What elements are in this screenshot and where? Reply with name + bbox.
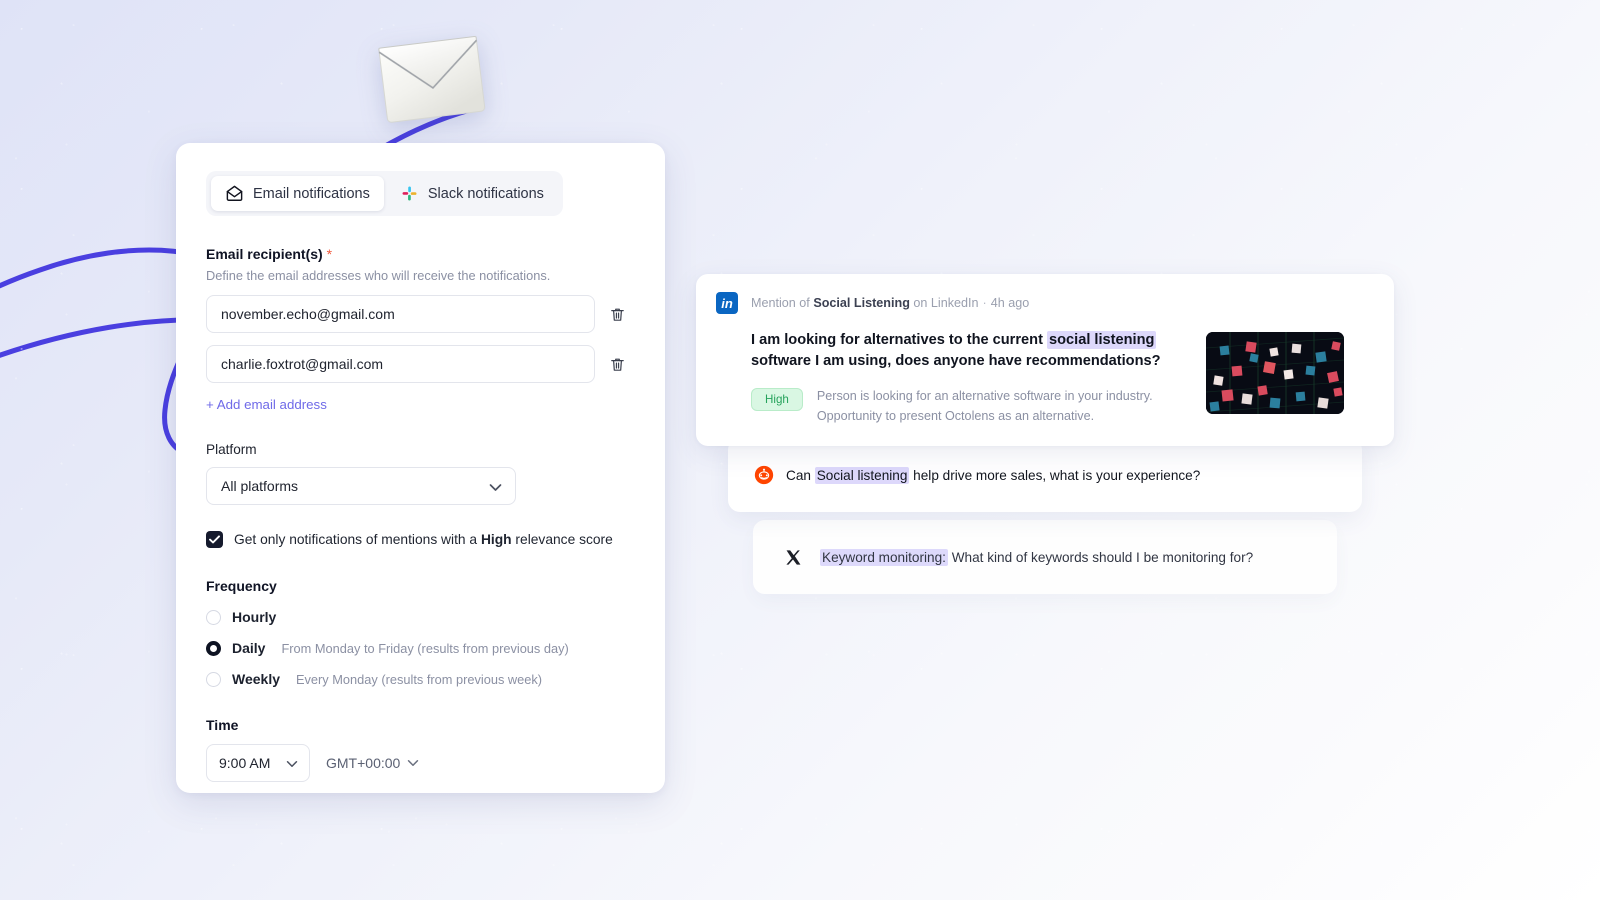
- thumbnail-graphic: [1206, 332, 1344, 414]
- email-input-1[interactable]: [206, 295, 595, 333]
- high-relevance-label: Get only notifications of mentions with …: [234, 532, 613, 547]
- frequency-desc: Every Monday (results from previous week…: [296, 671, 543, 687]
- add-email-address-link[interactable]: + Add email address: [206, 397, 327, 412]
- time-select[interactable]: 9:00 AM: [206, 744, 310, 782]
- frequency-title: Frequency: [206, 578, 277, 594]
- mention-card-header: in Mention of Social Listening on Linked…: [716, 292, 1374, 314]
- trash-icon[interactable]: [609, 355, 626, 374]
- keyword-highlight: social listening: [1047, 331, 1157, 349]
- required-marker: *: [326, 246, 333, 262]
- chevron-down-icon: [489, 484, 502, 491]
- cubes-thumbnail-image: [1206, 332, 1344, 414]
- status-badge: High: [751, 388, 803, 412]
- relevance-insight-row: High Person is looking for an alternativ…: [751, 387, 1186, 426]
- platform-select[interactable]: All platforms: [206, 467, 516, 505]
- radio-unselected[interactable]: [206, 671, 221, 687]
- chevron-down-icon: [286, 761, 298, 767]
- trash-icon[interactable]: [609, 305, 626, 324]
- timezone-select[interactable]: GMT+00:00: [326, 755, 419, 771]
- slack-icon: [402, 186, 417, 201]
- meta-separator: ·: [982, 296, 987, 310]
- frequency-label: Weekly: [232, 671, 280, 687]
- email-recipients-help: Define the email addresses who will rece…: [206, 268, 551, 283]
- radio-unselected[interactable]: [206, 609, 221, 625]
- checkmark-icon: [209, 535, 220, 544]
- email-row: [206, 295, 635, 333]
- platform-label: Platform: [206, 442, 257, 457]
- frequency-option-hourly[interactable]: Hourly: [206, 609, 635, 625]
- tab-email-notifications[interactable]: Email notifications: [211, 176, 384, 211]
- mention-mini-row: Can Social listening help drive more sal…: [754, 465, 1200, 485]
- keyword-highlight: Keyword monitoring:: [820, 548, 948, 566]
- mention-time: 4h ago: [990, 296, 1030, 310]
- notification-settings-card: Email notifications Slack notifications …: [176, 143, 665, 793]
- platform-selected-value: All platforms: [221, 478, 299, 494]
- envelope-3d-icon: [378, 36, 486, 123]
- mention-card-reddit[interactable]: Can Social listening help drive more sal…: [728, 438, 1362, 512]
- tab-email-label: Email notifications: [253, 185, 370, 202]
- frequency-option-weekly[interactable]: Weekly Every Monday (results from previo…: [206, 671, 635, 687]
- tab-slack-label: Slack notifications: [427, 185, 544, 202]
- mention-card-linkedin[interactable]: in Mention of Social Listening on Linked…: [696, 274, 1394, 447]
- insight-text: Person is looking for an alternative sof…: [816, 389, 1153, 423]
- checkbox-checked[interactable]: [206, 531, 223, 548]
- tab-slack-notifications[interactable]: Slack notifications: [386, 176, 558, 211]
- mention-mini-row: Keyword monitoring: What kind of keyword…: [785, 548, 1254, 566]
- high-relevance-checkbox-row[interactable]: Get only notifications of mentions with …: [206, 531, 635, 548]
- chevron-down-icon: [408, 760, 419, 766]
- time-title: Time: [206, 717, 239, 733]
- timezone-value: GMT+00:00: [326, 755, 401, 771]
- frequency-option-daily[interactable]: Daily From Monday to Friday (results fro…: [206, 640, 635, 656]
- email-recipients-label: Email recipient(s) *: [206, 246, 333, 262]
- mention-quote: I am looking for alternatives to the cur…: [751, 331, 1161, 369]
- mention-text-column: I am looking for alternatives to the cur…: [716, 330, 1186, 426]
- radio-selected[interactable]: [206, 640, 221, 656]
- frequency-label: Daily: [232, 640, 266, 656]
- reddit-icon: [754, 465, 774, 485]
- notification-tabs: Email notifications Slack notifications: [206, 171, 563, 216]
- email-row: [206, 345, 635, 383]
- open-envelope-icon: [226, 185, 243, 201]
- x-icon: [786, 549, 801, 565]
- mention-text: Can Social listening help drive more sal…: [786, 466, 1201, 484]
- mention-text: Keyword monitoring: What kind of keyword…: [820, 548, 1254, 566]
- keyword-highlight: Social listening: [814, 466, 910, 484]
- mention-card-body: I am looking for alternatives to the cur…: [716, 330, 1374, 426]
- frequency-label: Hourly: [232, 609, 277, 625]
- mention-card-x[interactable]: Keyword monitoring: What kind of keyword…: [753, 520, 1337, 594]
- linkedin-icon: in: [716, 292, 738, 314]
- time-value: 9:00 AM: [219, 755, 271, 771]
- frequency-desc: From Monday to Friday (results from prev…: [281, 640, 569, 656]
- time-row: 9:00 AM GMT+00:00: [206, 744, 635, 782]
- mention-meta: Mention of Social Listening on LinkedIn ·…: [751, 296, 1030, 310]
- email-input-2[interactable]: [206, 345, 595, 383]
